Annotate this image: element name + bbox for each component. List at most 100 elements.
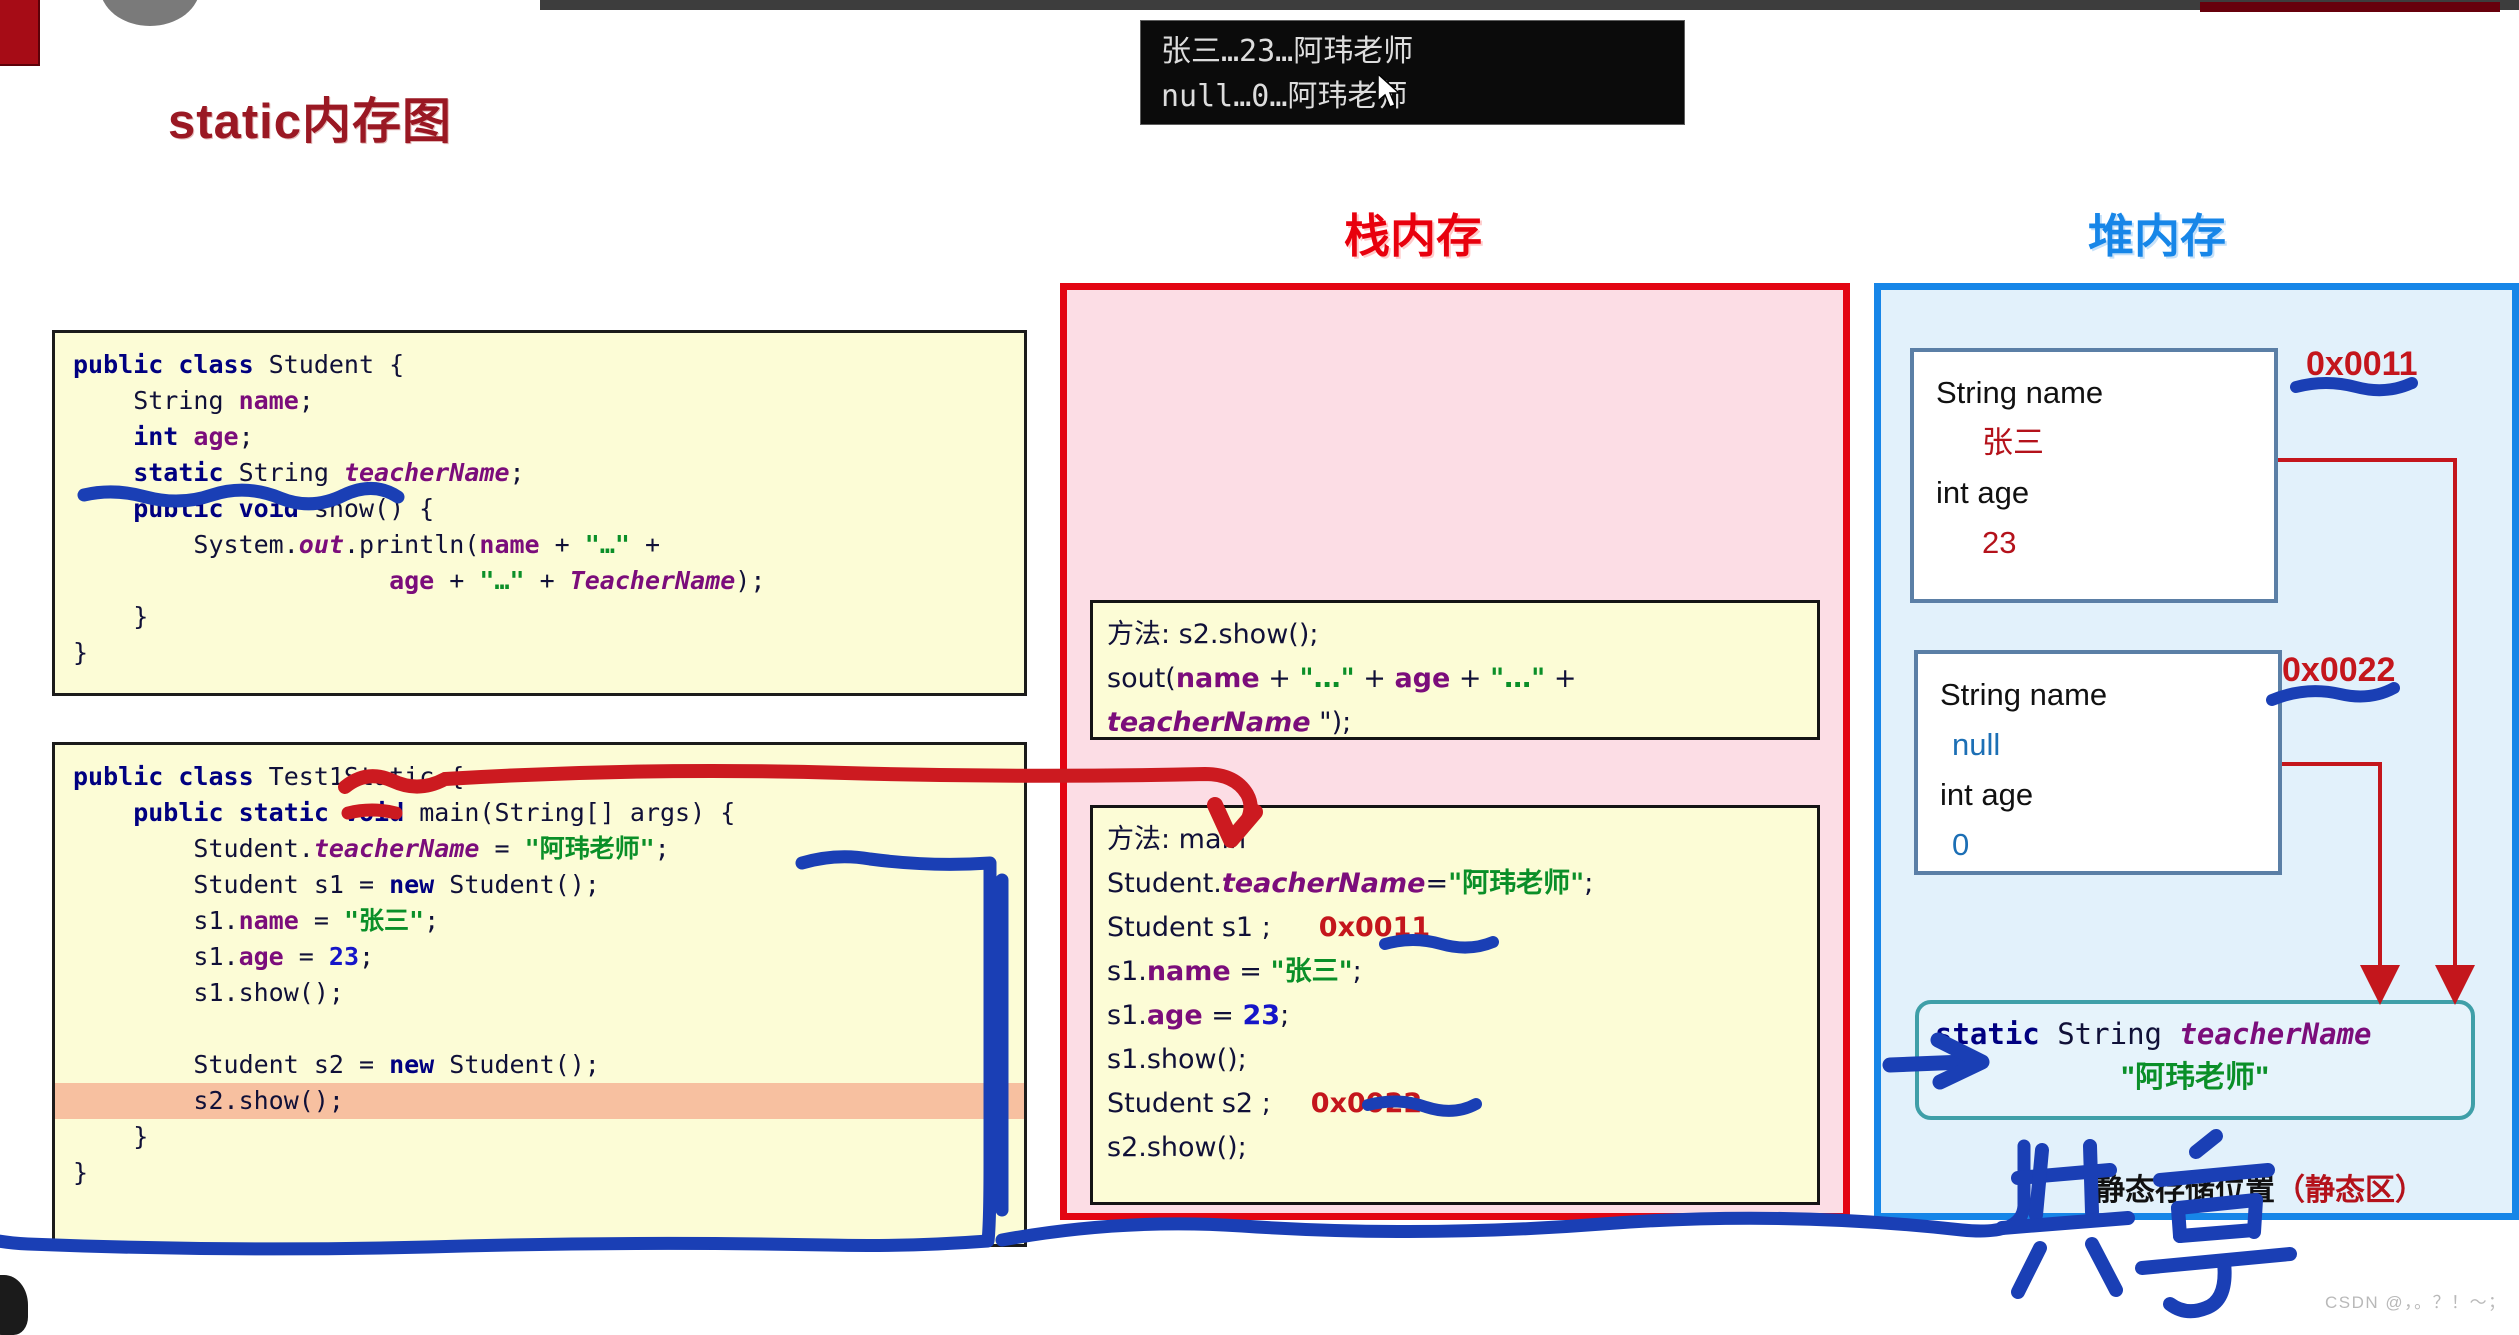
code-token: } xyxy=(73,1158,89,1187)
static-caption-main: 静态存储位置 xyxy=(2095,1174,2275,1207)
code-token: Student s1 = xyxy=(73,870,390,899)
watermark-text: CSDN @，。？！～； xyxy=(2325,1293,2507,1312)
code-token: System. xyxy=(73,530,299,559)
code-token: teacherName xyxy=(1221,868,1426,899)
code-token: + xyxy=(1450,663,1491,694)
code-token: Student { xyxy=(253,350,405,379)
slide-decor-bottom-blob xyxy=(0,1275,28,1335)
stack-frame-main: 方法: main Student.teacherName = "阿玮老师"; Stu… xyxy=(1090,805,1820,1205)
code-token: s1. xyxy=(1107,1000,1147,1031)
slide-decor-gray-circle xyxy=(100,0,200,26)
code-token: "张三" xyxy=(1270,956,1353,987)
code-token: ); xyxy=(735,566,766,595)
code-token: Student(); xyxy=(434,870,600,899)
code-token: name xyxy=(479,530,540,559)
code-token: "…" xyxy=(1299,663,1355,694)
code-token: Student. xyxy=(1107,868,1222,899)
code-token: show() { xyxy=(313,494,435,523)
code-token: String xyxy=(2039,1017,2180,1051)
code-line-highlighted: s2.show(); xyxy=(55,1083,1024,1119)
code-token: int xyxy=(73,422,194,451)
code-token: age xyxy=(1394,663,1451,694)
code-token: teacherName xyxy=(1107,707,1311,738)
frame-title: 方法: main xyxy=(1107,824,1247,855)
static-caption-zone: （静态区） xyxy=(2275,1174,2425,1207)
code-token: "…" xyxy=(1490,663,1546,694)
stack-memory-heading: 栈内存 xyxy=(1344,210,1482,262)
code-token: name xyxy=(1175,663,1260,694)
code-token: = xyxy=(1230,956,1271,987)
stack-address-s1: 0x0011 xyxy=(1318,912,1431,943)
static-value: "阿玮老师" xyxy=(2120,1061,2270,1094)
code-token: = xyxy=(298,906,344,935)
code-token: ; xyxy=(424,906,440,935)
field-label: int age xyxy=(1936,475,2030,510)
code-token: = xyxy=(479,834,525,863)
code-token: Student s2 ; xyxy=(1107,1088,1271,1119)
code-token: name xyxy=(238,906,299,935)
code-token: teacherName xyxy=(2179,1017,2372,1051)
stack-frame-s2-show: 方法: s2.show(); sout(name + "…" + age + "… xyxy=(1090,600,1820,740)
code-token: name xyxy=(238,386,299,415)
code-token: s2.show(); xyxy=(1107,1132,1247,1163)
code-token: public class xyxy=(73,762,254,791)
code-token: s1.show(); xyxy=(1107,1044,1247,1075)
code-token: s1. xyxy=(73,942,239,971)
code-token: "张三" xyxy=(343,906,425,935)
heap-object-student-2: String name null int age 0 xyxy=(1914,650,2282,875)
code-token: + xyxy=(1259,663,1300,694)
code-token: + xyxy=(1354,663,1395,694)
code-token: new xyxy=(389,1050,435,1079)
heap-memory-heading: 堆内存 xyxy=(2088,210,2226,262)
code-token: String xyxy=(73,386,239,415)
code-token: age xyxy=(73,566,435,595)
code-token: ; xyxy=(1352,956,1362,987)
code-token: age xyxy=(1146,1000,1203,1031)
code-token: ; xyxy=(509,458,525,487)
code-token: teacherName xyxy=(313,834,480,863)
code-token: "阿玮老师" xyxy=(1448,868,1585,899)
static-storage-box: static String teacherName "阿玮老师" xyxy=(1915,1000,2475,1120)
code-token: main(String[] args) { xyxy=(419,798,736,827)
code-token: "阿玮老师" xyxy=(524,834,655,863)
code-token: "…" xyxy=(479,566,525,595)
code-token: .println( xyxy=(343,530,480,559)
code-token: out xyxy=(298,530,344,559)
code-block-test1static: public class Test1Static { public static… xyxy=(52,742,1027,1247)
page-title: static内存图 xyxy=(168,95,453,149)
field-label: String name xyxy=(1940,677,2108,712)
static-area-caption: 静态存储位置（静态区） xyxy=(2095,1165,2425,1209)
field-value: 23 xyxy=(1982,525,2017,560)
code-token: s1.show(); xyxy=(73,978,344,1007)
code-token: ; xyxy=(1584,868,1594,899)
field-label: int age xyxy=(1940,777,2034,812)
field-label: String name xyxy=(1936,375,2104,410)
code-token: ; xyxy=(238,422,254,451)
code-token: s1. xyxy=(73,906,239,935)
code-token: } xyxy=(73,1122,149,1151)
code-token: ; xyxy=(654,834,670,863)
code-token: } xyxy=(73,602,149,631)
code-token: String xyxy=(238,458,344,487)
code-token: TeacherName xyxy=(569,566,736,595)
code-token: static xyxy=(73,458,239,487)
code-token: 23 xyxy=(328,942,359,971)
code-token: public void xyxy=(73,494,314,523)
code-token: Student. xyxy=(73,834,314,863)
code-token: name xyxy=(1146,956,1231,987)
field-value: 张三 xyxy=(1982,425,2044,460)
code-token: = xyxy=(283,942,329,971)
code-token: Test1Static { xyxy=(253,762,465,791)
code-token: static xyxy=(1935,1017,2040,1051)
slide-canvas: static内存图 张三…23…阿玮老师 null…0…阿玮老师 栈内存 堆内存… xyxy=(0,0,2519,1335)
code-token: ; xyxy=(1280,1000,1290,1031)
field-value: 0 xyxy=(1952,827,1970,862)
slide-decor-red-square xyxy=(0,0,40,66)
heap-address-0x0011: 0x0011 xyxy=(2306,345,2418,383)
code-token: sout( xyxy=(1107,663,1176,694)
code-token: Student(); xyxy=(434,1050,600,1079)
code-token: = xyxy=(1202,1000,1243,1031)
code-token: + xyxy=(434,566,480,595)
code-token: "); xyxy=(1310,707,1352,738)
code-token: public static void xyxy=(73,798,420,827)
